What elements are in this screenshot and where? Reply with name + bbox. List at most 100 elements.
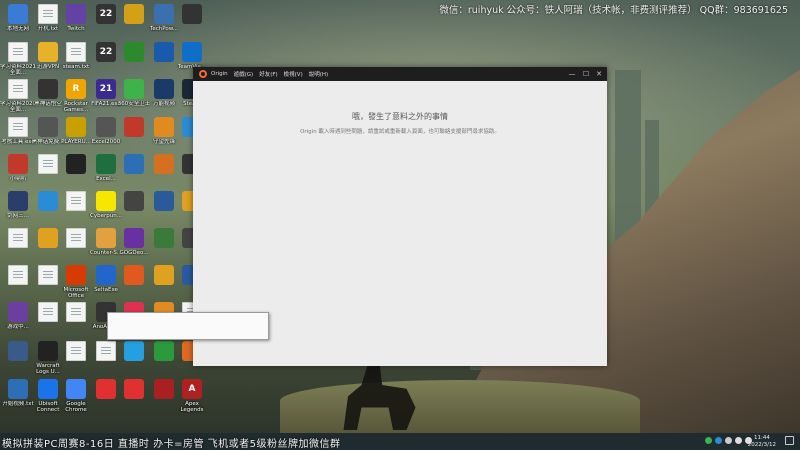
document-icon (96, 341, 116, 361)
desktop-icon[interactable] (119, 152, 149, 190)
desktop-icon[interactable]: 小喇叭 (3, 152, 33, 190)
app-icon: 21 (96, 79, 116, 99)
app-icon (124, 379, 144, 399)
desktop-icon[interactable] (3, 263, 33, 301)
app-icon (66, 379, 86, 399)
desktop-icon[interactable]: Google Chrome (61, 377, 91, 415)
desktop-icon[interactable] (119, 339, 149, 377)
app-icon (38, 228, 58, 248)
desktop-icon[interactable] (61, 152, 91, 190)
desktop-icon[interactable] (119, 189, 149, 227)
app-icon (38, 79, 58, 99)
close-button[interactable]: ✕ (594, 69, 604, 79)
desktop-icon[interactable]: Microsoft Office (61, 263, 91, 301)
desktop-icon[interactable]: 学习资料2021全面... (0, 40, 36, 78)
app-icon (66, 4, 86, 24)
desktop-icon[interactable]: 游戏中... (3, 300, 33, 338)
error-message: Origin 載入時遇到些問題，請重試或重新載入頁面，也可聯絡支援部門尋求協助。 (300, 129, 500, 135)
app-icon (38, 42, 58, 62)
app-icon (124, 42, 144, 62)
desktop-icon[interactable]: GOGDeo... (119, 226, 149, 264)
menu-origin[interactable]: Origin (211, 71, 228, 77)
desktop-icon[interactable] (3, 339, 33, 377)
menu-friends[interactable]: 好友(F) (259, 70, 277, 78)
desktop-icon[interactable]: PLAYERU... (61, 115, 91, 153)
notification-center-icon[interactable] (785, 436, 794, 445)
app-icon (66, 117, 86, 137)
document-icon (8, 228, 28, 248)
app-icon (124, 79, 144, 99)
desktop-icon[interactable]: 开始视频.txt (2, 377, 34, 415)
desktop-icon[interactable] (119, 40, 149, 78)
desktop-icon[interactable] (177, 2, 207, 40)
menu-help[interactable]: 說明(H) (309, 70, 328, 78)
desktop-icon[interactable] (61, 300, 91, 338)
app-icon (154, 265, 174, 285)
app-icon (66, 265, 86, 285)
app-icon (96, 117, 116, 137)
maximize-button[interactable]: ☐ (581, 69, 591, 79)
app-icon: A (182, 379, 202, 399)
document-icon (38, 154, 58, 174)
menu-view[interactable]: 檢視(V) (284, 70, 303, 78)
document-icon (66, 42, 86, 62)
desktop-icon[interactable] (3, 226, 33, 264)
desktop-icon[interactable] (119, 377, 149, 415)
app-icon (124, 117, 144, 137)
app-icon (8, 341, 28, 361)
desktop-icon[interactable]: 剑网三... (3, 189, 33, 227)
file-tooltip (107, 312, 269, 340)
desktop-icon[interactable] (61, 226, 91, 264)
desktop-icon[interactable]: 本地无网 (3, 2, 33, 40)
app-icon: 22 (96, 42, 116, 62)
desktop-icon[interactable] (119, 263, 149, 301)
app-icon (8, 4, 28, 24)
stream-ticker: 模拟拼装PC周赛8-16日 直播时 办卡=房管 飞机或者5级粉丝牌加微信群 (2, 439, 341, 450)
app-icon (154, 79, 174, 99)
app-icon (38, 191, 58, 211)
desktop-icon[interactable] (61, 189, 91, 227)
desktop-icon[interactable]: steam.txt (61, 40, 91, 78)
desktop-icon[interactable] (119, 2, 149, 40)
app-icon (124, 265, 144, 285)
app-icon: R (66, 79, 86, 99)
desktop-icon[interactable]: Twitch (61, 2, 91, 40)
app-icon (8, 302, 28, 322)
desktop-icon[interactable]: R Rockstar Games... (61, 77, 91, 115)
taskbar: 模拟拼装PC周赛8-16日 直播时 办卡=房管 飞机或者5级粉丝牌加微信群 11… (0, 433, 800, 450)
system-tray (705, 437, 752, 444)
app-icon (96, 265, 116, 285)
app-icon (124, 154, 144, 174)
document-icon (8, 42, 28, 62)
clock-date: 2022/3/12 (747, 441, 776, 448)
app-icon (154, 341, 174, 361)
network-icon[interactable] (725, 437, 732, 444)
app-icon (8, 379, 28, 399)
tray-icon[interactable] (715, 437, 722, 444)
app-icon (154, 228, 174, 248)
app-icon (124, 341, 144, 361)
desktop-icon[interactable] (119, 115, 149, 153)
app-icon (124, 228, 144, 248)
volume-icon[interactable] (735, 437, 742, 444)
desktop-icon[interactable]: 学习资料2020全面... (0, 77, 36, 115)
minimize-button[interactable]: — (567, 69, 577, 79)
desktop-icon[interactable]: 360安全卫士 (118, 77, 150, 115)
desktop-icon[interactable]: A Apex Legends (177, 377, 207, 415)
app-icon (96, 154, 116, 174)
app-icon (96, 228, 116, 248)
document-icon (8, 117, 28, 137)
menu-games[interactable]: 遊戲(G) (234, 70, 254, 78)
document-icon (38, 4, 58, 24)
taskbar-clock[interactable]: 11:44 2022/3/12 (748, 435, 776, 448)
desktop-icon[interactable]: 考核工具.exe (1, 115, 35, 153)
app-icon (8, 154, 28, 174)
origin-titlebar[interactable]: Origin 遊戲(G) 好友(F) 檢視(V) 說明(H) — ☐ ✕ (193, 67, 607, 81)
desktop-icon[interactable] (61, 339, 91, 377)
app-icon (8, 191, 28, 211)
app-icon (66, 154, 86, 174)
document-icon (38, 265, 58, 285)
wechat-tray-icon[interactable] (705, 437, 712, 444)
desktop-icon-label: Apex Legends (180, 401, 204, 413)
app-icon (154, 117, 174, 137)
